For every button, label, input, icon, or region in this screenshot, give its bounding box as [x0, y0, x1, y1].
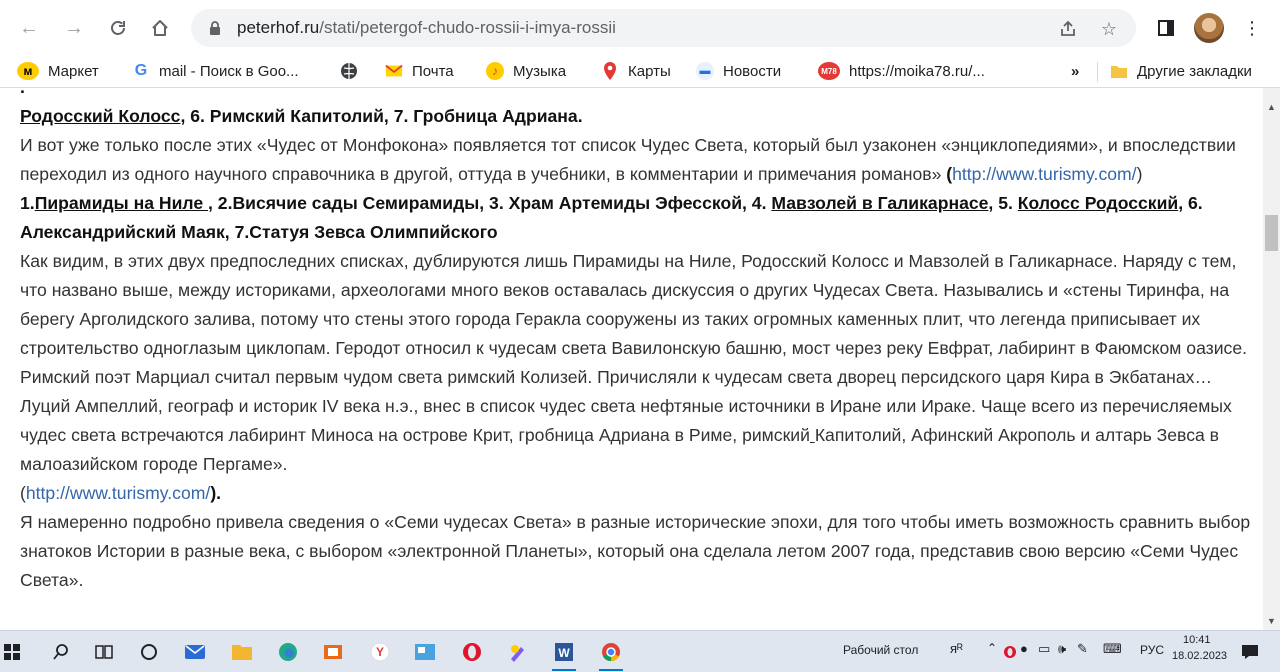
- browser-toolbar: ← → peterhof.ru/stati/petergof-chudo-ros…: [0, 0, 1280, 56]
- article-text: . Родосский Колосс, 6. Римский Капитолий…: [20, 88, 1255, 595]
- share-icon[interactable]: [1057, 18, 1079, 40]
- yandex-market-icon: м: [17, 62, 39, 80]
- cortana-icon[interactable]: [134, 637, 164, 667]
- link-pyramids[interactable]: Пирамиды на Ниле: [35, 193, 208, 213]
- star-icon[interactable]: ☆: [1098, 18, 1120, 40]
- address-bar[interactable]: peterhof.ru/stati/petergof-chudo-rossii-…: [191, 9, 1136, 47]
- bookmark-moika78[interactable]: M78 https://moika78.ru/...: [818, 60, 985, 82]
- bookmark-maps[interactable]: Карты: [601, 60, 671, 82]
- menu-dots-icon[interactable]: ⋮: [1238, 14, 1266, 42]
- page-content: . Родосский Колосс, 6. Римский Капитолий…: [0, 88, 1263, 630]
- source-link-1[interactable]: http://www.turismy.com/: [952, 164, 1136, 184]
- globe-icon: [340, 62, 358, 80]
- side-panel-icon[interactable]: [1152, 14, 1180, 42]
- app-icon-blue[interactable]: [410, 637, 440, 667]
- notifications-icon[interactable]: [1235, 637, 1265, 667]
- chrome-icon[interactable]: [596, 637, 626, 671]
- paint-icon[interactable]: [503, 637, 533, 667]
- home-icon[interactable]: [146, 14, 174, 42]
- yandex-browser-icon[interactable]: Y: [365, 637, 395, 667]
- profile-avatar[interactable]: [1194, 13, 1224, 43]
- maps-pin-icon: [601, 62, 619, 80]
- bookmark-news[interactable]: ▬ Новости: [696, 60, 781, 82]
- keyboard-icon[interactable]: ⌨: [1103, 641, 1122, 657]
- scroll-up-icon[interactable]: ▲: [1263, 98, 1280, 115]
- link-colossus-1[interactable]: Родосский Колосс: [20, 106, 180, 126]
- people-icon[interactable]: ᴙᴿ: [950, 641, 963, 656]
- paragraph-conclusion: Я намеренно подробно привела сведения о …: [20, 512, 1251, 590]
- other-bookmarks[interactable]: Другие закладки: [1110, 60, 1252, 82]
- tray-chevron-icon[interactable]: ⌃: [987, 641, 997, 655]
- svg-text:W: W: [558, 646, 570, 660]
- language-indicator[interactable]: РУС: [1140, 643, 1164, 657]
- bookmark-market[interactable]: м Маркет: [17, 60, 99, 82]
- windows-taskbar: Y W Рабочий стол ᴙᴿ ⌃ ● ▭ 🕪 ✎ ⌨ РУС 10:4…: [0, 630, 1280, 672]
- bookmark-globe[interactable]: [340, 60, 367, 82]
- opera-icon[interactable]: [457, 637, 487, 667]
- opera-tray-icon[interactable]: [1000, 637, 1020, 667]
- news-icon: ▬: [696, 62, 714, 80]
- mail-app-icon[interactable]: [180, 637, 210, 667]
- task-view-icon[interactable]: [89, 637, 119, 667]
- bookmarks-bar: м Маркет G mail - Поиск в Goo... Почта ♪…: [0, 56, 1280, 88]
- scroll-thumb[interactable]: [1265, 215, 1278, 251]
- bookmarks-more[interactable]: »: [1071, 60, 1079, 82]
- edge-icon[interactable]: [273, 637, 303, 667]
- scroll-down-icon[interactable]: ▼: [1263, 612, 1280, 629]
- reload-icon[interactable]: [104, 14, 132, 42]
- page-scrollbar[interactable]: [1263, 88, 1280, 630]
- bookmarks-separator: [1097, 62, 1098, 82]
- search-icon[interactable]: [46, 637, 76, 667]
- tray-icon-1[interactable]: ●: [1020, 641, 1028, 656]
- paragraph-canonical-list: 1.Пирамиды на Ниле , 2.Висячие сады Семи…: [20, 193, 1203, 242]
- pen-icon[interactable]: ✎: [1077, 641, 1088, 657]
- windows-start-icon[interactable]: [0, 637, 24, 667]
- desktop-label[interactable]: Рабочий стол: [843, 643, 918, 657]
- back-icon[interactable]: ←: [15, 14, 43, 42]
- m78-icon: M78: [818, 62, 840, 80]
- file-explorer-icon[interactable]: [227, 637, 257, 667]
- google-icon: G: [134, 62, 148, 79]
- clock-date[interactable]: 18.02.2023: [1172, 650, 1227, 662]
- bookmark-google[interactable]: G mail - Поиск в Goo...: [132, 60, 299, 82]
- link-colossus-2[interactable]: Колосс Родосский: [1018, 193, 1178, 213]
- forward-icon[interactable]: →: [60, 14, 88, 42]
- source-link-2[interactable]: http://www.turismy.com/: [26, 483, 210, 503]
- list-continuation: .: [20, 88, 1255, 102]
- svg-text:Y: Y: [376, 645, 384, 659]
- url-text: peterhof.ru/stati/petergof-chudo-rossii-…: [237, 18, 616, 37]
- link-mausoleum[interactable]: Мавзолей в Галикарнасе: [771, 193, 988, 213]
- folder-icon: [1110, 62, 1128, 80]
- music-icon: ♪: [486, 62, 504, 80]
- lock-icon: [210, 21, 220, 35]
- mail-icon: [385, 62, 403, 80]
- paragraph-discussion: Как видим, в этих двух предпоследних спи…: [20, 251, 1248, 503]
- volume-icon[interactable]: 🕪: [1058, 641, 1066, 657]
- bookmark-music[interactable]: ♪ Музыка: [486, 60, 566, 82]
- app-icon-orange[interactable]: [318, 637, 348, 667]
- word-icon[interactable]: W: [549, 637, 579, 671]
- clock-time[interactable]: 10:41: [1183, 634, 1211, 646]
- bookmark-mail[interactable]: Почта: [385, 60, 454, 82]
- network-icon[interactable]: ▭: [1038, 641, 1050, 657]
- paragraph-montfaucon: И вот уже только после этих «Чудес от Мо…: [20, 135, 1236, 184]
- paragraph-list-end: Родосский Колосс, 6. Римский Капитолий, …: [20, 106, 583, 126]
